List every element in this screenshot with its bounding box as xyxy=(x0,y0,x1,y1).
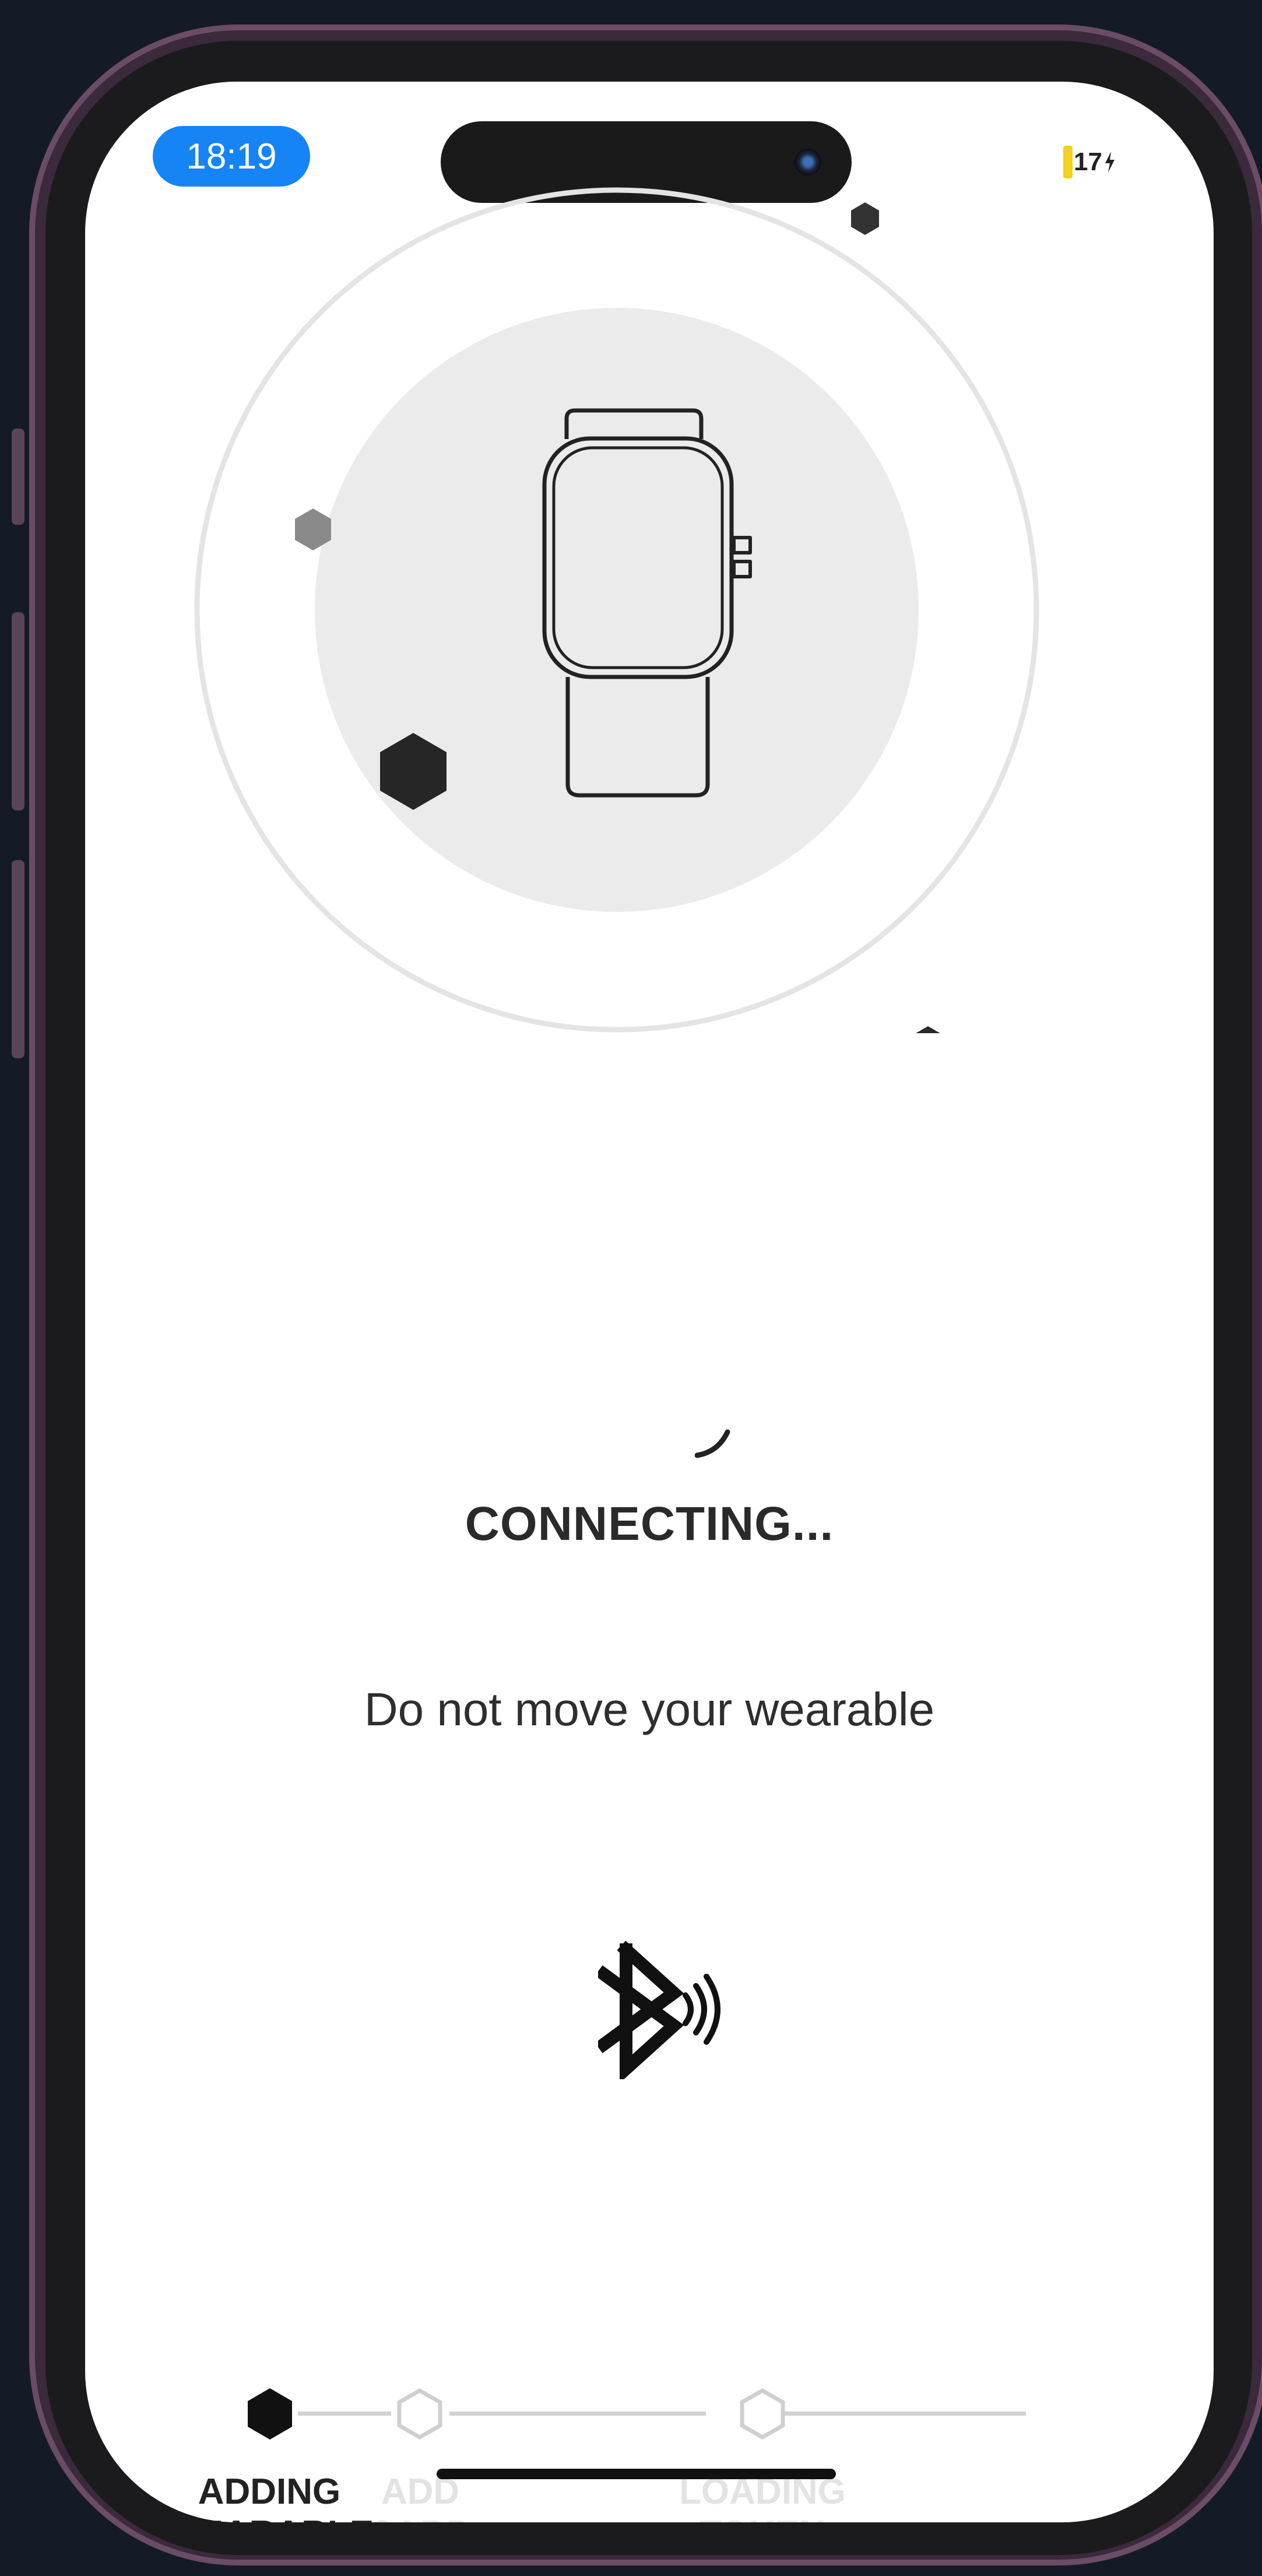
home-indicator[interactable] xyxy=(437,2469,836,2479)
volume-down-button xyxy=(12,860,24,1058)
watch-backdrop xyxy=(315,308,919,912)
orbit-hexagon-bottom xyxy=(916,1026,940,1033)
step-1-active-hexagon-icon xyxy=(248,2388,292,2440)
battery-icon xyxy=(1063,146,1073,178)
connection-status: CONNECTING... xyxy=(465,1497,834,1550)
progress-stepper: ADDING WEARABLE ADD CARD LOADING TOKEN xyxy=(85,2373,1214,2522)
step-label-line: TOKEN xyxy=(628,2513,897,2522)
wearable-illustration xyxy=(194,187,1039,1033)
status-time[interactable]: 18:19 xyxy=(153,126,310,187)
front-camera-icon xyxy=(795,149,821,176)
step-label-line: CARD xyxy=(286,2513,554,2522)
battery-level: 17 xyxy=(1074,148,1102,176)
charging-bolt-icon xyxy=(1105,152,1115,173)
connection-instruction: Do not move your wearable xyxy=(364,1683,935,1735)
loading-spinner xyxy=(695,1429,730,1458)
step-2-pending-hexagon-icon xyxy=(397,2388,442,2440)
step-connector xyxy=(298,2412,391,2416)
orbit-hexagon-top xyxy=(851,202,879,235)
step-connector xyxy=(764,2412,1026,2416)
step-connector xyxy=(449,2412,706,2416)
step-3-pending-hexagon-icon xyxy=(740,2388,785,2440)
action-button xyxy=(12,429,24,525)
screen: 18:19 17 CONNECTING... Do not move your … xyxy=(85,82,1214,2522)
volume-up-button xyxy=(12,612,24,810)
bluetooth-signal-icon xyxy=(598,1940,720,2079)
battery-indicator: 17 xyxy=(1063,146,1116,178)
